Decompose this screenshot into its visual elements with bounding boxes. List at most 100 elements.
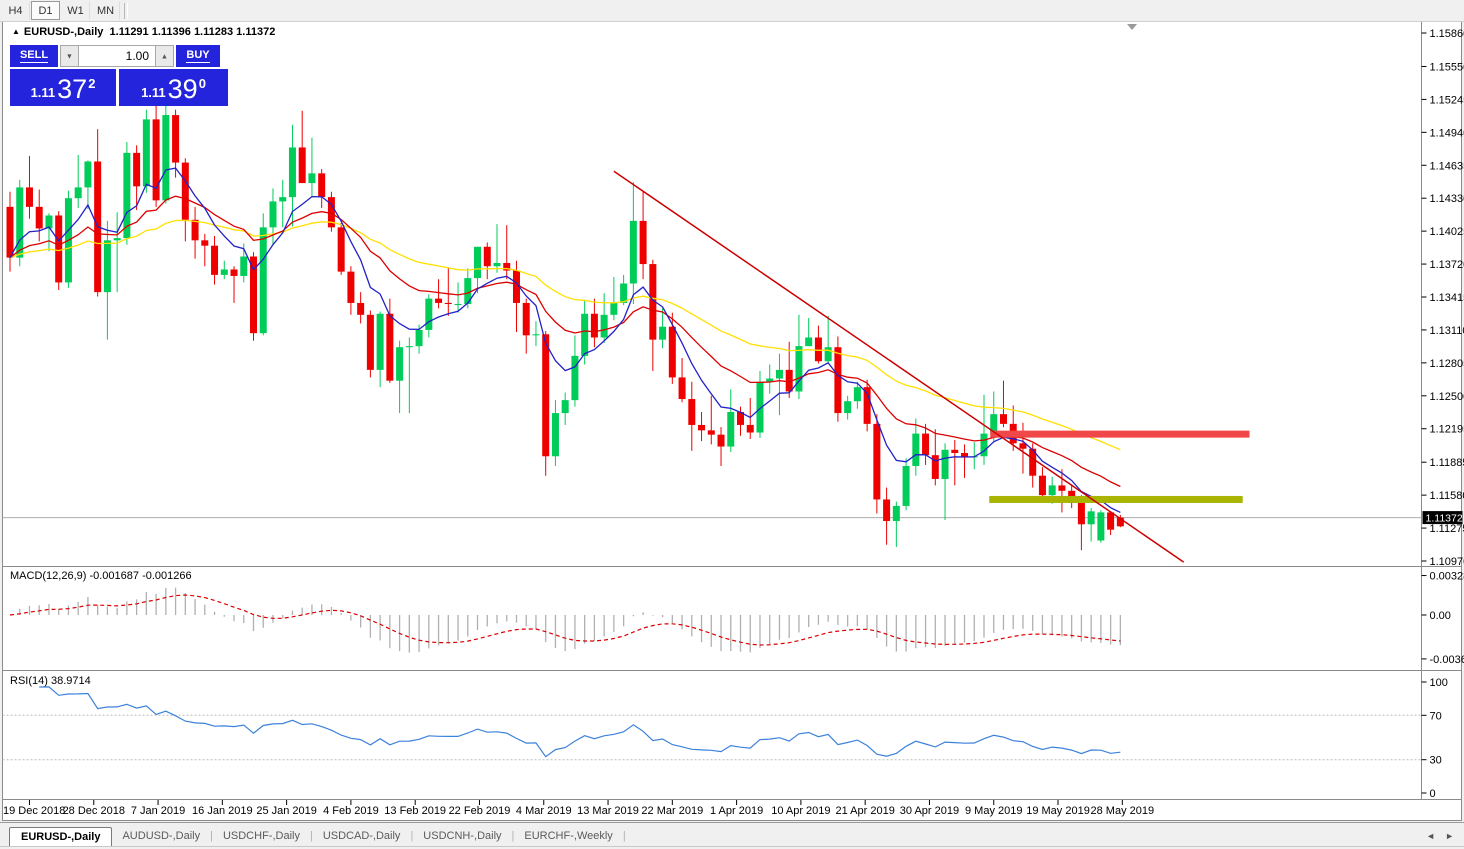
candle-body: [669, 327, 676, 378]
candle-body: [484, 247, 491, 266]
date-tick-label: 16 Jan 2019: [192, 805, 253, 817]
candle-body: [192, 220, 199, 241]
tab-usdchf-daily[interactable]: USDCHF-,Daily: [213, 827, 310, 847]
candle-body: [640, 221, 647, 264]
date-tick-label: 9 May 2019: [965, 805, 1022, 817]
candle-body: [445, 303, 452, 304]
candle-body: [425, 299, 432, 330]
macd-tick-label: -0.003659: [1430, 654, 1464, 666]
candle-body: [211, 246, 218, 275]
date-tick-label: 13 Mar 2019: [577, 805, 639, 817]
candle-body: [610, 303, 617, 315]
candle-body: [1000, 414, 1007, 424]
sell-price-box[interactable]: 1.11372: [10, 69, 116, 106]
candle-body: [834, 347, 841, 413]
candle-body: [84, 161, 91, 187]
timeframe-w1-button[interactable]: W1: [61, 1, 90, 20]
candle-body: [221, 269, 228, 274]
macd-label: MACD(12,26,9) -0.001687 -0.001266: [10, 570, 192, 582]
date-tick-label: 28 Dec 2018: [63, 805, 125, 817]
candle-body: [269, 201, 276, 227]
date-tick-label: 7 Jan 2019: [131, 805, 185, 817]
candle-body: [16, 187, 23, 257]
candle-body: [143, 119, 150, 186]
spin-down-icon: ▼: [66, 52, 73, 60]
candle-body: [289, 147, 296, 197]
rsi-tick-label: 70: [1430, 710, 1442, 722]
date-tick-label: 1 Apr 2019: [710, 805, 763, 817]
ohlc-values: 1.11291 1.11396 1.11283 1.11372: [110, 26, 276, 38]
volume-increase-button[interactable]: ▲: [155, 45, 174, 67]
candle-body: [601, 315, 608, 338]
candle-body: [562, 400, 569, 413]
date-tick-label: 4 Mar 2019: [516, 805, 572, 817]
candle-body: [114, 238, 121, 240]
rsi-tick-label: 100: [1430, 677, 1448, 689]
sell-price-big: 37: [57, 76, 87, 103]
date-tick-label: 22 Feb 2019: [449, 805, 511, 817]
price-tick-label: 1.14635: [1430, 160, 1464, 172]
date-tick-label: 19 Dec 2018: [3, 805, 65, 817]
price-tick-label: 1.15245: [1430, 94, 1464, 106]
candle-body: [542, 334, 549, 456]
candle-body: [357, 303, 364, 315]
resistance-line[interactable]: [990, 431, 1249, 438]
tab-audusd-daily[interactable]: AUDUSD-,Daily: [112, 827, 210, 847]
candle-body: [708, 430, 715, 434]
candle-body: [532, 334, 539, 335]
chart-canvas[interactable]: 1.158601.155501.152451.149401.146351.143…: [0, 0, 1464, 849]
tab-scroll-left-icon[interactable]: ◄: [1426, 831, 1435, 841]
buy-price-box[interactable]: 1.11390: [119, 69, 228, 106]
candle-body: [688, 399, 695, 425]
candle-body: [523, 303, 530, 335]
candle-body: [630, 221, 637, 284]
tab-scroll-right-icon[interactable]: ►: [1445, 831, 1454, 841]
candle-body: [133, 153, 140, 186]
buy-price-big: 39: [168, 76, 198, 103]
volume-input[interactable]: [79, 45, 155, 67]
volume-decrease-button[interactable]: ▼: [60, 45, 79, 67]
candle-body: [338, 227, 345, 271]
bid-price-tag-label: 1.11372: [1426, 513, 1463, 525]
candle-body: [318, 173, 325, 197]
buy-button[interactable]: BUY: [176, 45, 220, 67]
tab-eurusd-daily[interactable]: EURUSD-,Daily: [9, 827, 112, 847]
price-tick-label: 1.11275: [1430, 523, 1464, 535]
timeframe-d1-button[interactable]: D1: [31, 1, 60, 20]
timeframe-h4-button[interactable]: H4: [1, 1, 30, 20]
one-click-trading-panel: SELL ▼ ▲ BUY 1.11372 1.11390: [10, 45, 228, 106]
date-tick-label: 4 Feb 2019: [323, 805, 379, 817]
sell-price-prefix: 1.11: [31, 85, 56, 100]
tab-usdcnh-daily[interactable]: USDCNH-,Daily: [413, 827, 511, 847]
toolbar-divider: [124, 3, 128, 19]
candle-body: [873, 424, 880, 500]
candle-body: [581, 314, 588, 356]
price-tick-label: 1.15550: [1430, 61, 1464, 73]
sell-price-sup: 2: [88, 76, 95, 91]
candle-body: [942, 450, 949, 479]
candle-body: [912, 434, 919, 466]
candle-body: [406, 346, 413, 347]
tab-eurchf-weekly[interactable]: EURCHF-,Weekly: [514, 827, 622, 847]
support-line[interactable]: [989, 496, 1242, 503]
candle-body: [279, 197, 286, 201]
date-tick-label: 28 May 2019: [1091, 805, 1155, 817]
date-tick-label: 10 Apr 2019: [771, 805, 830, 817]
symbol-marker-icon: ▲: [12, 27, 20, 36]
price-tick-label: 1.10970: [1430, 556, 1464, 568]
buy-price-prefix: 1.11: [141, 85, 166, 100]
candle-body: [55, 215, 62, 282]
tab-usdcad-daily[interactable]: USDCAD-,Daily: [313, 827, 411, 847]
candle-body: [893, 506, 900, 521]
candle-body: [240, 257, 247, 276]
buy-price-sup: 0: [199, 76, 206, 91]
timeframe-mn-button[interactable]: MN: [91, 1, 120, 20]
price-tick-label: 1.12195: [1430, 424, 1464, 436]
sell-button[interactable]: SELL: [10, 45, 58, 67]
candle-body: [747, 425, 754, 433]
candle-body: [347, 272, 354, 303]
candle-body: [36, 207, 43, 229]
price-tick-label: 1.13415: [1430, 292, 1464, 304]
price-tick-label: 1.13720: [1430, 259, 1464, 271]
candle-body: [591, 314, 598, 338]
